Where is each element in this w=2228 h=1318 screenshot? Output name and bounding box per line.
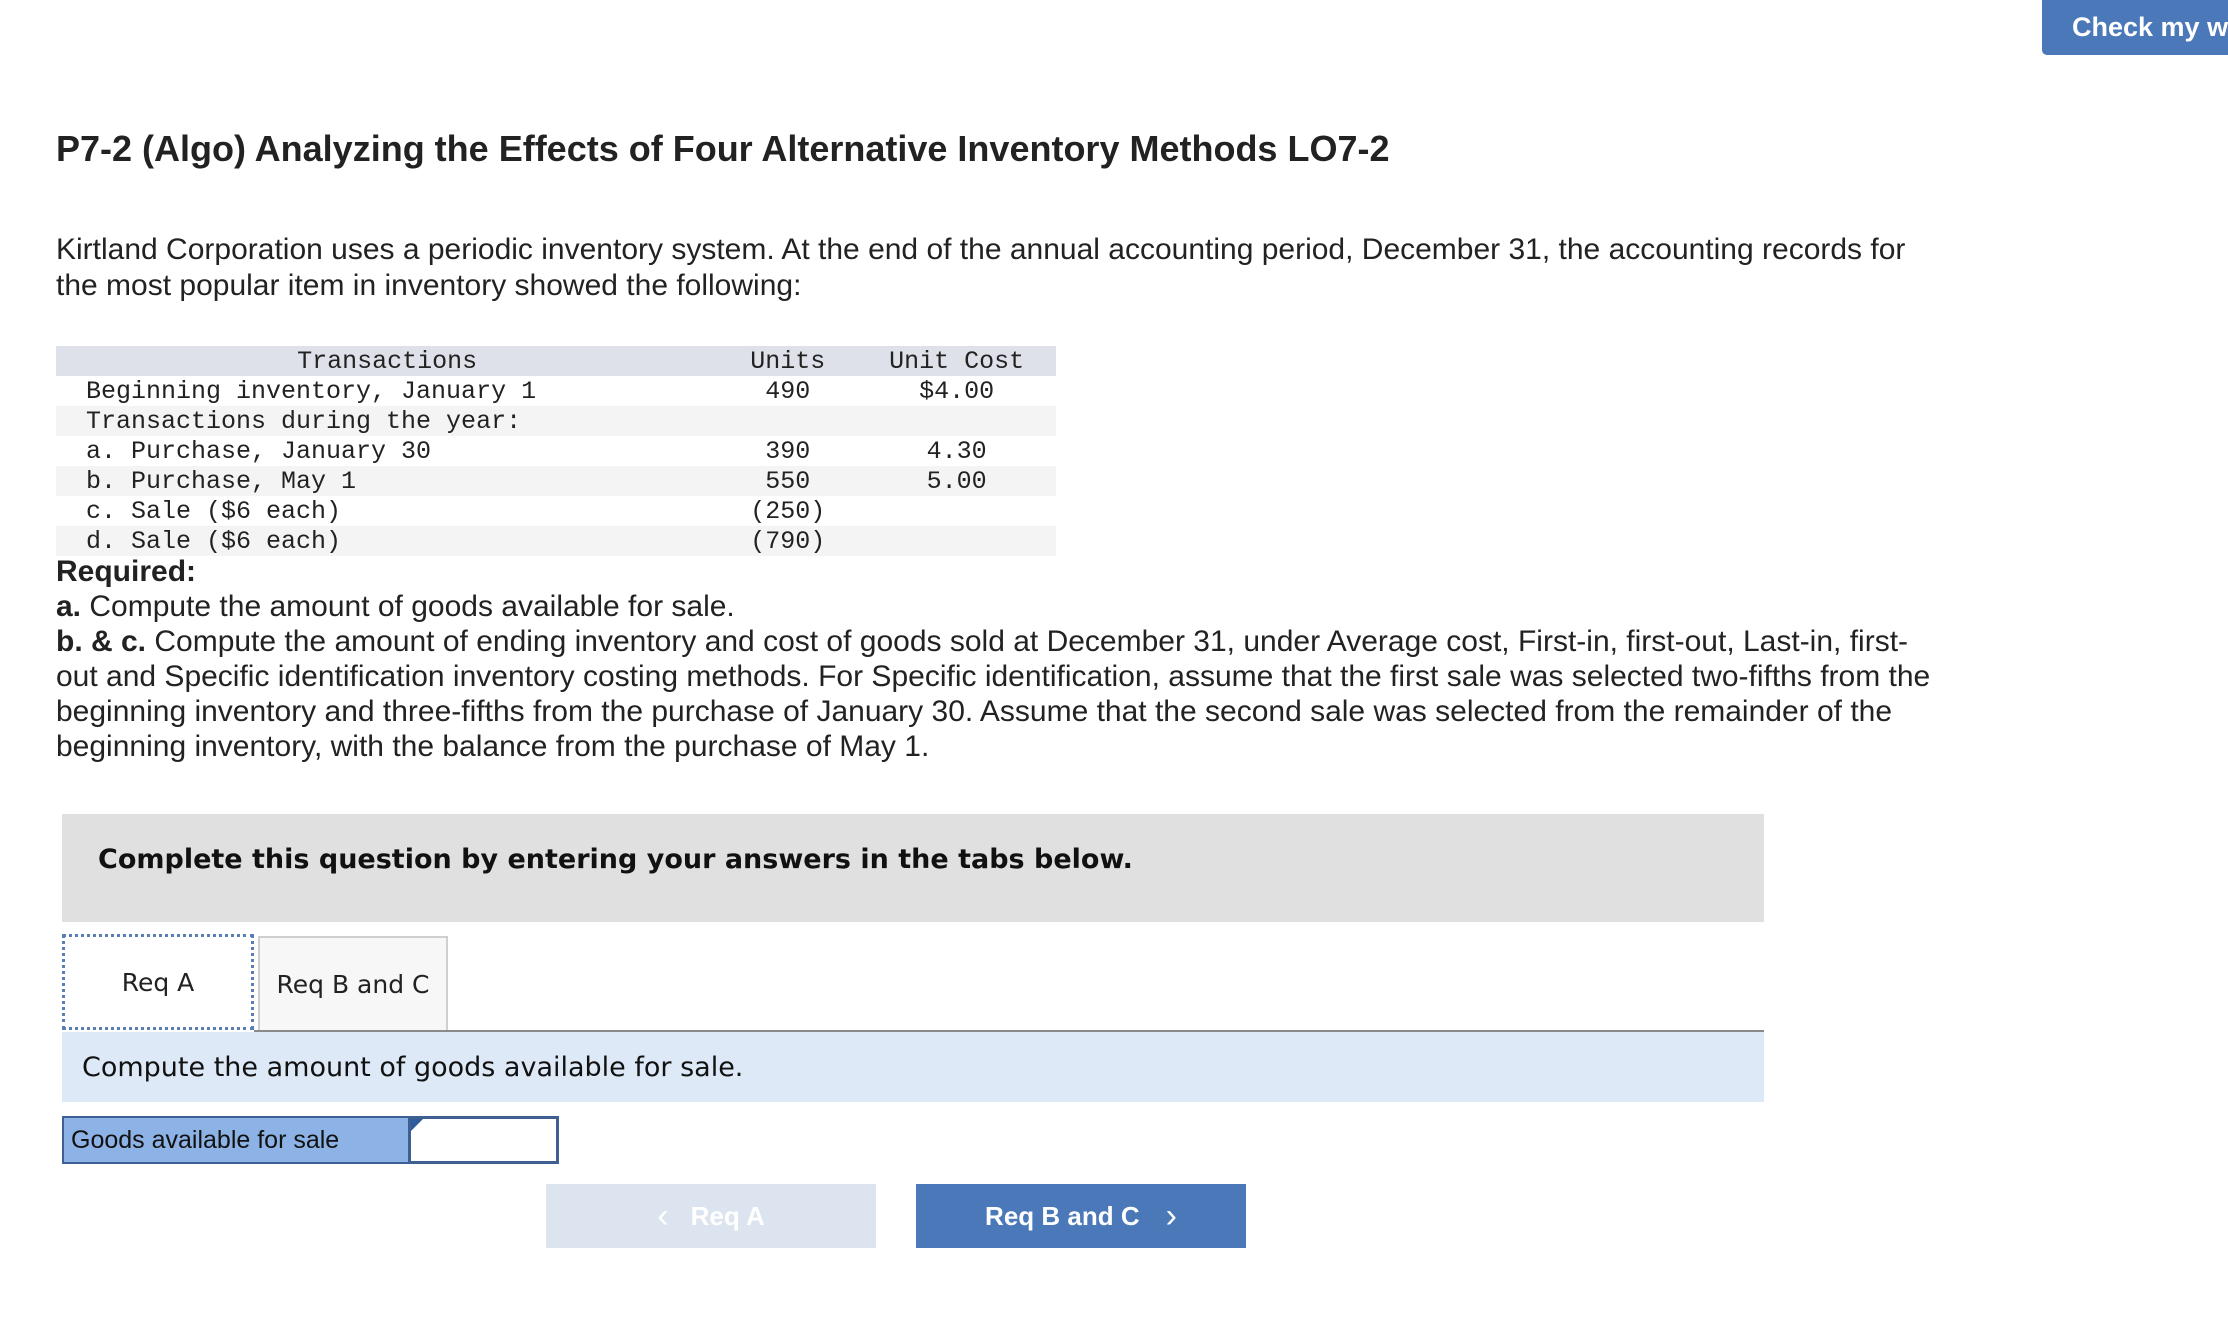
column-header-unit-cost: Unit Cost [889, 346, 1025, 376]
transaction-cell: c. Sale ($6 each) [86, 496, 342, 526]
required-a-label: a. [56, 590, 82, 623]
required-a-text: Compute the amount of goods available fo… [81, 590, 735, 623]
unit-cost-cell: $4.00 [919, 376, 995, 406]
table-row: d. Sale ($6 each) (790) [56, 526, 1056, 556]
unit-cost-cell: 5.00 [926, 466, 987, 496]
inventory-table: Transactions Units Unit Cost Beginning i… [56, 346, 1056, 556]
required-section: Required: a. Compute the amount of goods… [56, 554, 1936, 764]
goods-available-input[interactable] [408, 1116, 559, 1164]
transaction-cell: b. Purchase, May 1 [86, 466, 357, 496]
required-heading: Required: [56, 555, 197, 588]
unit-cost-cell [857, 526, 1056, 556]
goods-available-label: Goods available for sale [62, 1116, 410, 1164]
transaction-cell: d. Sale ($6 each) [86, 526, 342, 556]
tab-req-b-and-c[interactable]: Req B and C [258, 936, 448, 1030]
chevron-right-icon: › [1165, 1197, 1177, 1235]
prev-tab-label: Req A [690, 1200, 765, 1231]
unit-cost-cell [857, 406, 1056, 436]
prev-tab-button[interactable]: ‹ Req A [546, 1184, 876, 1248]
instructions-text: Complete this question by entering your … [98, 844, 1133, 875]
unit-cost-cell [857, 496, 1056, 526]
units-cell: 550 [765, 466, 811, 496]
next-tab-label: Req B and C [985, 1200, 1140, 1231]
transaction-cell: Beginning inventory, January 1 [86, 376, 537, 406]
transaction-cell: Transactions during the year: [86, 406, 522, 436]
check-my-work-label: Check my wo [2072, 12, 2228, 42]
question-text: Compute the amount of goods available fo… [82, 1051, 744, 1083]
required-bc-label: b. & c. [56, 625, 147, 658]
column-header-units: Units [750, 346, 826, 376]
unit-cost-cell: 4.30 [926, 436, 987, 466]
question-prompt: Compute the amount of goods available fo… [62, 1032, 1764, 1102]
next-tab-button[interactable]: Req B and C › [916, 1184, 1246, 1248]
required-item-a: a. Compute the amount of goods available… [56, 589, 1936, 624]
table-row: a. Purchase, January 30 390 4.30 [56, 436, 1056, 466]
units-cell: 490 [765, 376, 811, 406]
table-row: Transactions during the year: [56, 406, 1056, 436]
chevron-left-icon: ‹ [657, 1197, 669, 1235]
goods-available-label-text: Goods available for sale [71, 1125, 340, 1154]
table-header-row: Transactions Units Unit Cost [56, 346, 1056, 376]
tab-req-a[interactable]: Req A [62, 934, 254, 1030]
required-item-bc: b. & c. Compute the amount of ending inv… [56, 624, 1936, 764]
problem-intro: Kirtland Corporation uses a periodic inv… [56, 233, 1906, 302]
units-cell [718, 406, 857, 436]
table-row: Beginning inventory, January 1 490 $4.00 [56, 376, 1056, 406]
table-row: c. Sale ($6 each) (250) [56, 496, 1056, 526]
units-cell: 390 [765, 436, 811, 466]
column-header-transactions: Transactions [297, 346, 478, 376]
check-my-work-button[interactable]: Check my wo [2042, 0, 2228, 55]
transaction-cell: a. Purchase, January 30 [86, 436, 432, 466]
required-bc-text: Compute the amount of ending inventory a… [56, 625, 1931, 763]
units-cell: (250) [750, 496, 826, 526]
units-cell: (790) [750, 526, 826, 556]
tab-bar: Req A Req B and C [62, 934, 1764, 1032]
input-corner-flag-icon [411, 1119, 423, 1131]
instructions-box: Complete this question by entering your … [62, 814, 1764, 922]
table-row: b. Purchase, May 1 550 5.00 [56, 466, 1056, 496]
page-title: P7-2 (Algo) Analyzing the Effects of Fou… [56, 128, 1390, 169]
